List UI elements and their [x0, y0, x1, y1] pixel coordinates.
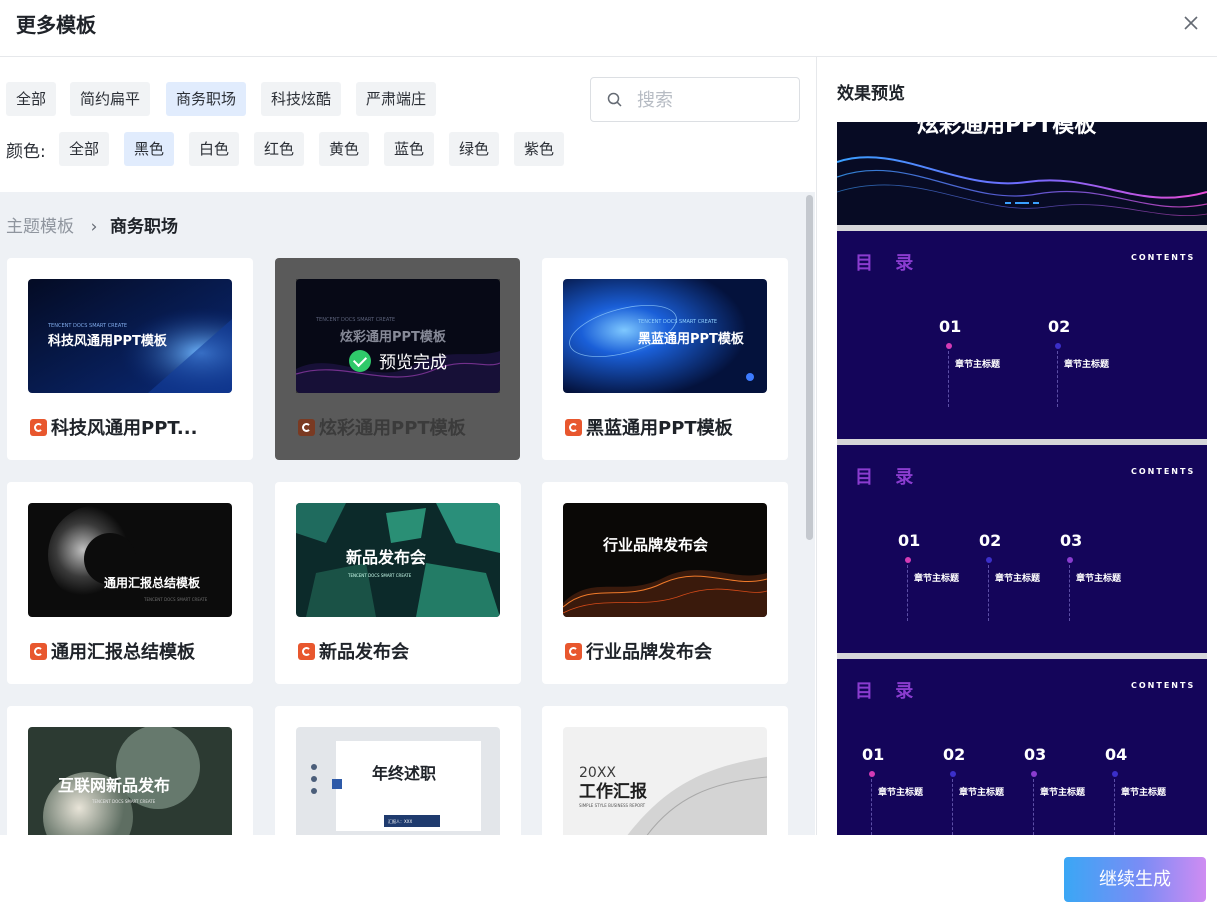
template-card[interactable]: 新品发布会 TENCENT DOCS SMART CREATE 新品发布会 — [275, 482, 521, 684]
color-filter-purple[interactable]: 紫色 — [514, 132, 565, 166]
color-filter-all[interactable]: 全部 — [59, 132, 110, 166]
continue-generate-button[interactable]: 继续生成 — [1064, 857, 1206, 902]
toc-item: 01 章节主标题 — [939, 317, 1000, 407]
template-thumbnail: 新品发布会 TENCENT DOCS SMART CREATE — [296, 503, 500, 617]
template-thumbnail: 通用汇报总结模板 TENCENT DOCS SMART CREATE — [28, 503, 232, 617]
ppt-file-icon — [298, 643, 315, 660]
style-filter-formal[interactable]: 严肃端庄 — [356, 82, 437, 116]
grid-scrollbar[interactable] — [805, 192, 815, 835]
close-icon[interactable] — [1180, 12, 1202, 34]
ppt-file-icon — [30, 419, 47, 436]
template-card[interactable]: 20XX 工作汇报 SIMPLE STYLE BUSINESS REPORT — [542, 706, 788, 835]
dialog-title: 更多模板 — [16, 13, 96, 37]
ppt-file-icon — [565, 643, 582, 660]
template-browser: 全部 简约扁平 商务职场 科技炫酷 严肃端庄 颜色: 全部 黑色 白色 红色 黄… — [0, 57, 815, 835]
dialog-header: 更多模板 — [0, 0, 1217, 57]
preview-title: 效果预览 — [837, 84, 905, 104]
template-card[interactable]: 年终述职 汇报人：XXX — [275, 706, 521, 835]
color-filter-blue[interactable]: 蓝色 — [384, 132, 435, 166]
style-filter-business[interactable]: 商务职场 — [166, 82, 247, 116]
scrollbar-thumb[interactable] — [806, 195, 813, 540]
style-filter-simple-flat[interactable]: 简约扁平 — [70, 82, 151, 116]
svg-text:行业品牌发布会: 行业品牌发布会 — [602, 536, 708, 554]
color-filter-red[interactable]: 红色 — [254, 132, 305, 166]
breadcrumb: 主题模板 › 商务职场 — [6, 212, 178, 237]
svg-text:互联网新品发布: 互联网新品发布 — [58, 776, 170, 795]
template-card[interactable]: 行业品牌发布会 行业品牌发布会 — [542, 482, 788, 684]
template-card[interactable]: 通用汇报总结模板 TENCENT DOCS SMART CREATE 通用汇报总… — [7, 482, 253, 684]
search-input[interactable] — [637, 86, 787, 114]
template-grid: 主题模板 › 商务职场 TENCENT DOCS SMART CREATE 科技风通… — [0, 192, 815, 835]
svg-text:TENCENT DOCS SMART CREATE: TENCENT DOCS SMART CREATE — [637, 319, 717, 325]
svg-text:TENCENT DOCS SMART CREATE: TENCENT DOCS SMART CREATE — [47, 323, 127, 329]
svg-text:TENCENT DOCS SMART CREATE: TENCENT DOCS SMART CREATE — [143, 597, 208, 602]
toc-item: 02 章节主标题 — [979, 531, 1040, 621]
style-filter-all[interactable]: 全部 — [6, 82, 57, 116]
preview-done-status: 预览完成 — [349, 348, 447, 373]
template-thumbnail: TENCENT DOCS SMART CREATE 黑蓝通用PPT模板 — [563, 279, 767, 393]
toc-item: 02 章节主标题 — [1048, 317, 1109, 407]
svg-text:通用汇报总结模板: 通用汇报总结模板 — [104, 575, 201, 590]
template-title: 行业品牌发布会 — [565, 638, 775, 664]
toc-item: 01 章节主标题 — [862, 745, 923, 835]
template-thumbnail: 互联网新品发布 TENCENT DOCS SMART CREATE — [28, 727, 232, 835]
svg-text:TENCENT DOCS SMART CREATE: TENCENT DOCS SMART CREATE — [91, 799, 156, 804]
preview-panel: 效果预览 炫彩通用PPT模板 目 录 CONTENTS 01 章节主标题 02 … — [816, 57, 1217, 835]
preview-slide-toc: 目 录 CONTENTS 01 章节主标题 02 章节主标题 — [837, 231, 1207, 439]
template-title: 新品发布会 — [298, 638, 508, 664]
template-thumbnail: 20XX 工作汇报 SIMPLE STYLE BUSINESS REPORT — [563, 727, 767, 835]
svg-text:炫彩通用PPT模板: 炫彩通用PPT模板 — [917, 122, 1097, 138]
check-circle-icon — [349, 350, 371, 372]
template-title: 科技风通用PPT... — [30, 414, 240, 440]
svg-text:SIMPLE STYLE BUSINESS REPORT: SIMPLE STYLE BUSINESS REPORT — [579, 803, 646, 808]
template-thumbnail: 年终述职 汇报人：XXX — [296, 727, 500, 835]
toc-item: 03 章节主标题 — [1060, 531, 1121, 621]
template-thumbnail: 行业品牌发布会 — [563, 503, 767, 617]
template-card[interactable]: TENCENT DOCS SMART CREATE 黑蓝通用PPT模板 黑蓝通用… — [542, 258, 788, 460]
preview-slide-toc: 目 录 CONTENTS 01 章节主标题 02 章节主标题 03 章节主标题 — [837, 659, 1207, 835]
toc-title: 目 录 — [855, 253, 922, 274]
ppt-file-icon — [565, 419, 582, 436]
preview-slide-toc: 目 录 CONTENTS 01 章节主标题 02 章节主标题 03 章节主标题 — [837, 445, 1207, 653]
breadcrumb-current: 商务职场 — [110, 217, 178, 237]
style-filter-tech[interactable]: 科技炫酷 — [261, 82, 342, 116]
svg-text:汇报人：XXX: 汇报人：XXX — [388, 818, 412, 824]
preview-slide-cover: 炫彩通用PPT模板 — [837, 122, 1207, 225]
breadcrumb-parent[interactable]: 主题模板 — [6, 217, 74, 237]
template-card[interactable]: 互联网新品发布 TENCENT DOCS SMART CREATE — [7, 706, 253, 835]
toc-item: 04 章节主标题 — [1105, 745, 1166, 835]
svg-text:科技风通用PPT模板: 科技风通用PPT模板 — [48, 333, 168, 349]
template-title: 通用汇报总结模板 — [30, 638, 240, 664]
color-filter-black[interactable]: 黑色 — [124, 132, 175, 166]
ppt-file-icon — [298, 419, 315, 436]
color-filter-yellow[interactable]: 黄色 — [319, 132, 370, 166]
svg-text:TENCENT DOCS SMART CREATE: TENCENT DOCS SMART CREATE — [347, 573, 412, 578]
chevron-right-icon: › — [90, 217, 98, 237]
template-card[interactable]: TENCENT DOCS SMART CREATE 科技风通用PPT模板 科技风… — [7, 258, 253, 460]
toc-contents-label: CONTENTS — [1131, 253, 1196, 262]
search-box[interactable] — [590, 77, 800, 122]
preview-slides[interactable]: 炫彩通用PPT模板 目 录 CONTENTS 01 章节主标题 02 章节主标题 — [837, 122, 1207, 835]
svg-text:年终述职: 年终述职 — [372, 764, 436, 783]
toc-item: 03 章节主标题 — [1024, 745, 1085, 835]
template-title: 黑蓝通用PPT模板 — [565, 414, 775, 440]
color-filter-white[interactable]: 白色 — [189, 132, 240, 166]
svg-text:黑蓝通用PPT模板: 黑蓝通用PPT模板 — [638, 331, 745, 347]
selected-overlay — [296, 279, 500, 393]
search-icon — [607, 92, 622, 107]
color-filter-green[interactable]: 绿色 — [449, 132, 500, 166]
template-thumbnail: TENCENT DOCS SMART CREATE 科技风通用PPT模板 — [28, 279, 232, 393]
svg-text:工作汇报: 工作汇报 — [579, 781, 647, 802]
template-card-selected[interactable]: TENCENT DOCS SMART CREATE 炫彩通用PPT模板 预览完成… — [275, 258, 520, 460]
toc-item: 01 章节主标题 — [898, 531, 959, 621]
ppt-file-icon — [30, 643, 47, 660]
toc-item: 02 章节主标题 — [943, 745, 1004, 835]
template-title: 炫彩通用PPT模板 — [298, 414, 508, 440]
svg-text:20XX: 20XX — [579, 765, 616, 781]
color-filter-label: 颜色: — [6, 142, 46, 162]
svg-text:新品发布会: 新品发布会 — [346, 548, 426, 567]
